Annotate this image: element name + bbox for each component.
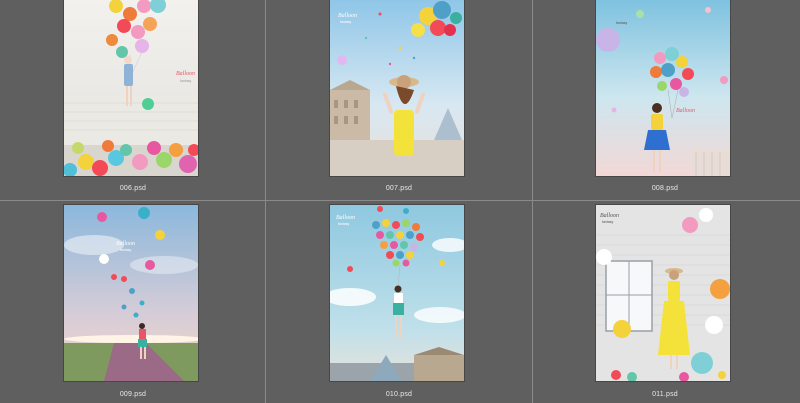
thumbnail-caption: Balloon (676, 108, 695, 114)
file-name: 011.psd (652, 391, 678, 398)
file-name: 008.psd (651, 185, 679, 192)
thumbnail-caption: Balloon (600, 213, 619, 219)
thumbnail-caption: Balloon (176, 71, 195, 77)
thumbnail-subcaption: fantasy (602, 220, 614, 224)
thumbnail-009[interactable]: Balloon fantasy (64, 205, 198, 381)
thumbnail-grid: Balloon fantasy 006.psd Balloon fantasy … (0, 0, 800, 403)
thumbnail-011[interactable]: Balloon fantasy (596, 205, 730, 381)
file-tile-007[interactable]: Balloon fantasy 007.psd (266, 0, 532, 201)
file-name: 009.psd (119, 391, 147, 398)
file-name: 007.psd (385, 185, 413, 192)
thumbnail-subcaption: fantasy (120, 248, 132, 252)
file-name: 006.psd (119, 185, 147, 192)
thumbnail-006[interactable]: Balloon fantasy (64, 0, 198, 176)
thumbnail-caption: Balloon (338, 13, 357, 19)
file-tile-009[interactable]: Balloon fantasy 009.psd (0, 201, 266, 402)
file-tile-010[interactable]: Balloon fantasy 010.psd (266, 201, 532, 402)
thumbnail-caption: Balloon (116, 241, 135, 247)
thumbnail-008[interactable]: fantasy Balloon (596, 0, 730, 176)
thumbnail-caption: Balloon (336, 215, 355, 221)
thumbnail-subcaption: fantasy (616, 21, 628, 25)
file-tile-008[interactable]: fantasy Balloon 008.psd (532, 0, 798, 201)
file-tile-011[interactable]: Balloon fantasy 011.psd (532, 201, 798, 402)
file-tile-006[interactable]: Balloon fantasy 006.psd (0, 0, 266, 201)
file-name: 010.psd (385, 391, 413, 398)
thumbnail-007[interactable]: Balloon fantasy (330, 0, 464, 176)
thumbnail-subcaption: fantasy (340, 20, 352, 24)
thumbnail-subcaption: fantasy (338, 222, 350, 226)
thumbnail-010[interactable]: Balloon fantasy (330, 205, 464, 381)
thumbnail-subcaption: fantasy (180, 79, 192, 83)
